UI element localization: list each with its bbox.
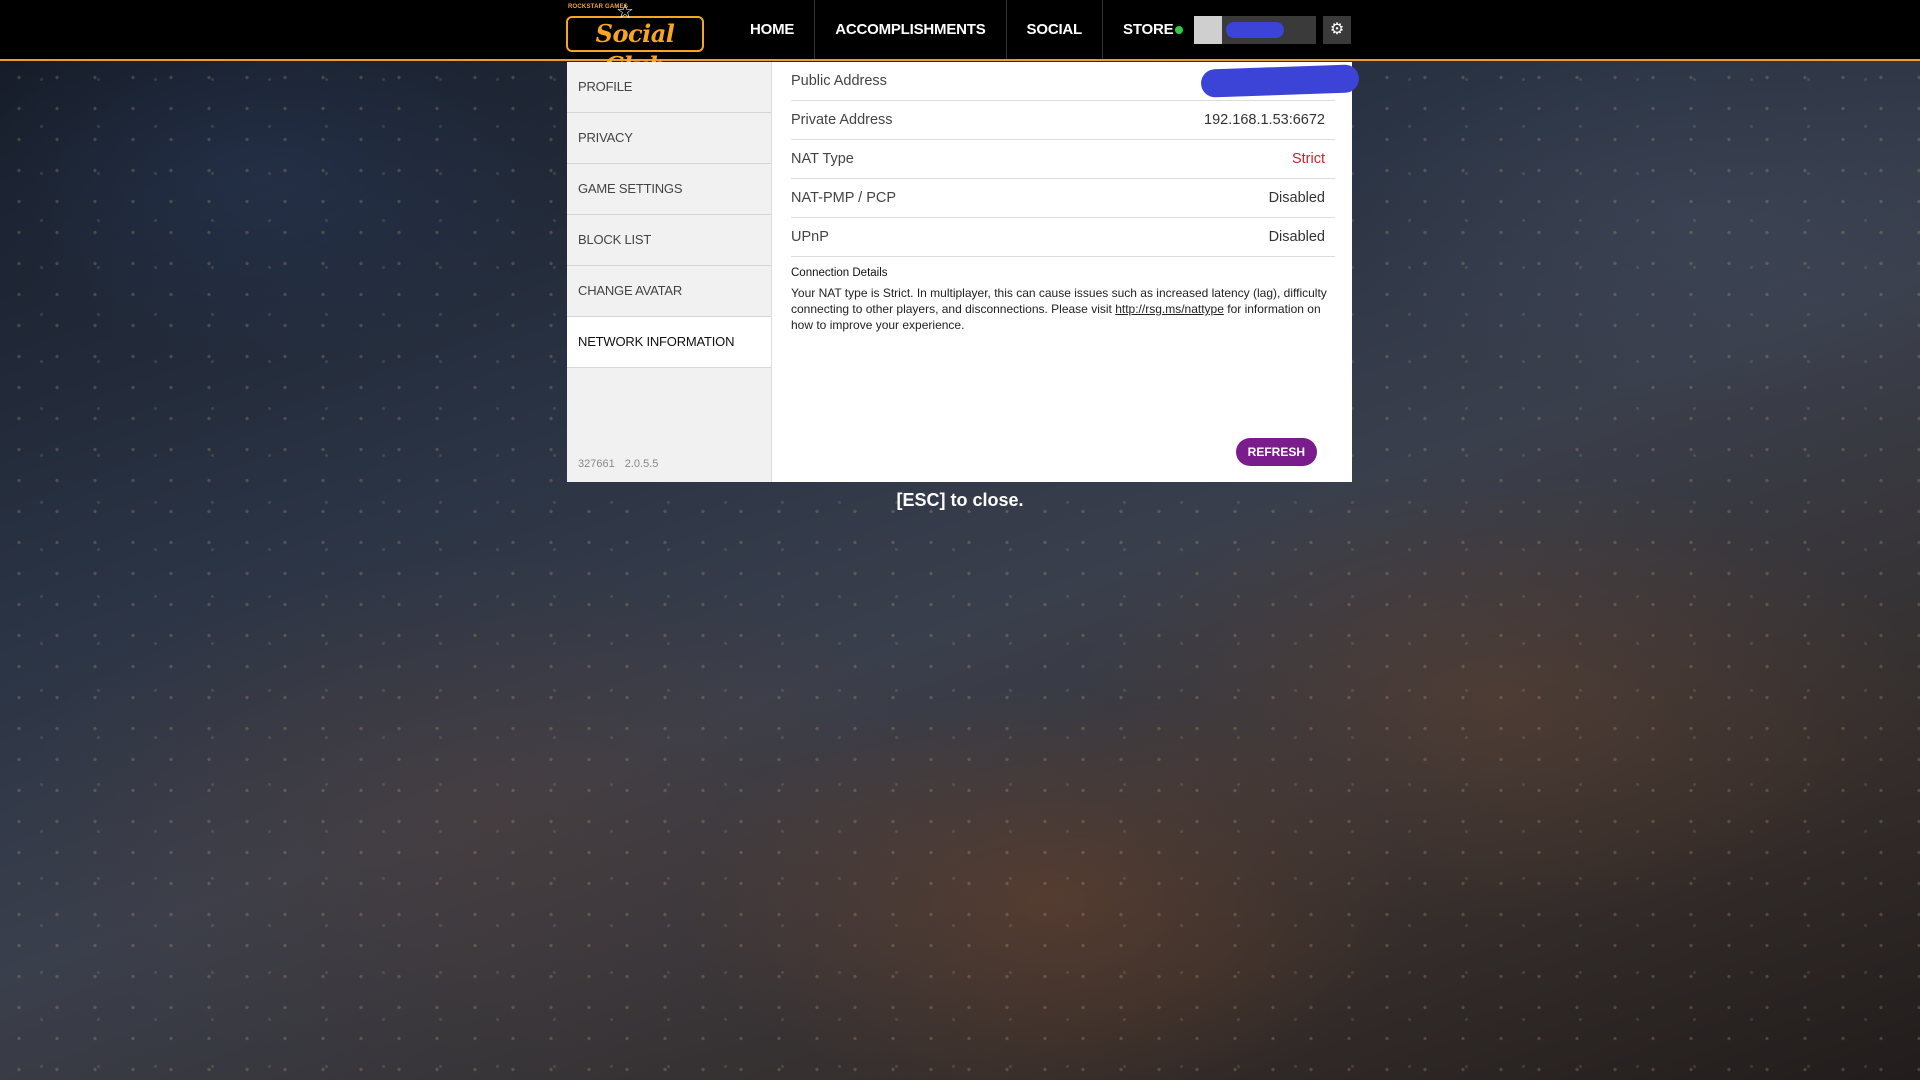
info-label: Private Address (791, 112, 893, 128)
user-profile-button[interactable] (1194, 16, 1316, 44)
main-nav: HOME ACCOMPLISHMENTS SOCIAL STORE (730, 0, 1193, 59)
settings-button[interactable]: ⚙ (1323, 16, 1351, 44)
nattype-link[interactable]: http://rsg.ms/nattype (1115, 302, 1224, 316)
social-club-logo[interactable]: ROCKSTAR GAMES Social Club ☆ (566, 1, 708, 80)
network-information-content: Public Address Private Address 192.168.1… (791, 62, 1360, 482)
logo-main-text: Social Club (566, 16, 704, 80)
sidebar-item-profile[interactable]: PROFILE (567, 62, 771, 113)
version-info: 327661 2.0.5.5 (578, 458, 668, 470)
gear-icon: ⚙ (1329, 21, 1345, 38)
info-value: Disabled (1268, 229, 1325, 245)
info-label: NAT-PMP / PCP (791, 190, 897, 206)
info-label: UPnP (791, 229, 829, 245)
nav-social[interactable]: SOCIAL (1007, 0, 1104, 59)
sidebar-item-block-list[interactable]: BLOCK LIST (567, 215, 771, 266)
sidebar-item-change-avatar[interactable]: CHANGE AVATAR (567, 266, 771, 317)
settings-sidebar: PROFILE PRIVACY GAME SETTINGS BLOCK LIST… (567, 62, 772, 482)
info-label: NAT Type (791, 151, 854, 167)
settings-panel: PROFILE PRIVACY GAME SETTINGS BLOCK LIST… (567, 62, 1360, 482)
connection-details-title: Connection Details (791, 267, 888, 279)
top-bar: ROCKSTAR GAMES Social Club ☆ HOME ACCOMP… (0, 0, 1920, 80)
nav-accomplishments[interactable]: ACCOMPLISHMENTS (815, 0, 1007, 59)
esc-close-hint: [ESC] to close. (896, 490, 1024, 510)
nat-type-value: Strict (1291, 151, 1325, 167)
info-value: Disabled (1268, 190, 1325, 206)
username-redacted (1226, 22, 1284, 38)
star-icon: ☆ (616, 1, 634, 23)
info-row-public-address: Public Address (791, 62, 1360, 101)
sidebar-item-network-information[interactable]: NETWORK INFORMATION (567, 317, 771, 368)
connection-details-text: Your NAT type is Strict. In multiplayer,… (791, 285, 1331, 333)
build-number: 327661 (578, 458, 615, 470)
info-value: 192.168.1.53:6672 (1204, 112, 1325, 128)
info-label: Public Address (791, 73, 887, 89)
info-row-upnp: UPnP Disabled (791, 218, 1335, 257)
info-row-nat-pmp: NAT-PMP / PCP Disabled (791, 179, 1335, 218)
version-number: 2.0.5.5 (624, 458, 659, 470)
refresh-button[interactable]: REFRESH (1235, 438, 1317, 466)
sidebar-item-privacy[interactable]: PRIVACY (567, 113, 771, 164)
public-address-redacted (1200, 64, 1360, 98)
nav-home[interactable]: HOME (730, 0, 816, 59)
avatar (1194, 16, 1222, 44)
info-row-nat-type: NAT Type Strict (791, 140, 1335, 179)
sidebar-item-game-settings[interactable]: GAME SETTINGS (567, 164, 771, 215)
info-row-private-address: Private Address 192.168.1.53:6672 (791, 101, 1335, 140)
online-status-icon (1175, 26, 1183, 34)
